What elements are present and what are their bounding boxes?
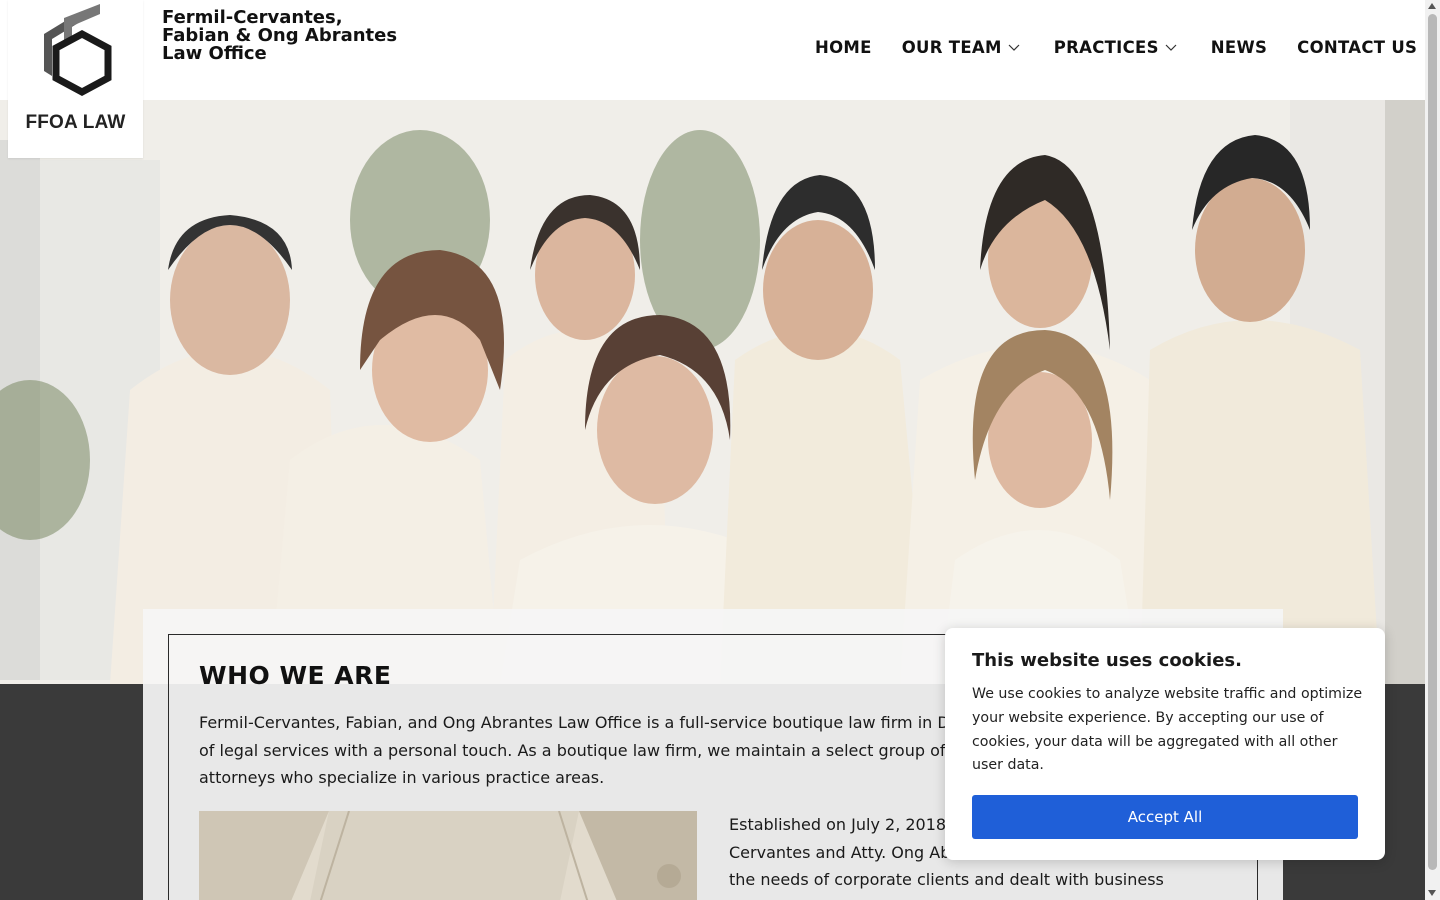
- scroll-up-arrow-icon[interactable]: [1428, 3, 1436, 9]
- hero-team-photo: [0, 100, 1425, 684]
- nav-contact-us-label: CONTACT US: [1297, 38, 1418, 57]
- scroll-down-arrow-icon[interactable]: [1428, 890, 1436, 896]
- nav-contact-us[interactable]: CONTACT US: [1297, 38, 1417, 57]
- scroll-thumb[interactable]: [1428, 14, 1437, 870]
- nav-our-team[interactable]: OUR TEAM: [902, 38, 1020, 57]
- hexagon-logo-icon: [44, 4, 112, 96]
- team-photo-illustration: [0, 100, 1425, 684]
- cookie-banner: This website uses cookies. We use cookie…: [945, 628, 1385, 860]
- chevron-down-icon: [1165, 44, 1177, 51]
- accept-all-button[interactable]: Accept All: [972, 795, 1358, 839]
- page-scrollbar[interactable]: [1425, 0, 1440, 900]
- firm-name[interactable]: Fermil-Cervantes, Fabian & Ong Abrantes …: [162, 9, 397, 63]
- cookie-line-2: your website experience. By accepting ou…: [972, 709, 1324, 726]
- site-logo[interactable]: FFOA LAW: [8, 0, 143, 158]
- nav-practices[interactable]: PRACTICES: [1054, 38, 1177, 57]
- nav-home[interactable]: HOME: [815, 38, 872, 57]
- section-title: WHO WE ARE: [199, 661, 392, 690]
- nav-practices-label: PRACTICES: [1053, 38, 1159, 57]
- cookie-title: This website uses cookies.: [972, 650, 1242, 671]
- nav-news-label: NEWS: [1210, 38, 1268, 57]
- nav-home-label: HOME: [815, 38, 872, 57]
- chevron-down-icon: [1008, 44, 1020, 51]
- office-photo: [199, 811, 697, 900]
- cookie-message: We use cookies to analyze website traffi…: [972, 683, 1367, 778]
- firm-name-line-3: Law Office: [162, 43, 267, 64]
- cookie-line-1: We use cookies to analyze website traffi…: [972, 686, 1363, 702]
- cookie-line-3: cookies, your data will be aggregated wi…: [972, 733, 1338, 750]
- nav-our-team-label: OUR TEAM: [901, 38, 1002, 57]
- main-nav: HOME OUR TEAM PRACTICES NEWS CONTACT US: [815, 38, 1417, 57]
- cookie-line-4: user data.: [972, 757, 1044, 774]
- site-header: Fermil-Cervantes, Fabian & Ong Abrantes …: [0, 0, 1425, 100]
- history-line-3: the needs of corporate clients and dealt…: [729, 870, 1164, 889]
- nav-news[interactable]: NEWS: [1211, 38, 1267, 57]
- logo-text: FFOA LAW: [25, 112, 126, 133]
